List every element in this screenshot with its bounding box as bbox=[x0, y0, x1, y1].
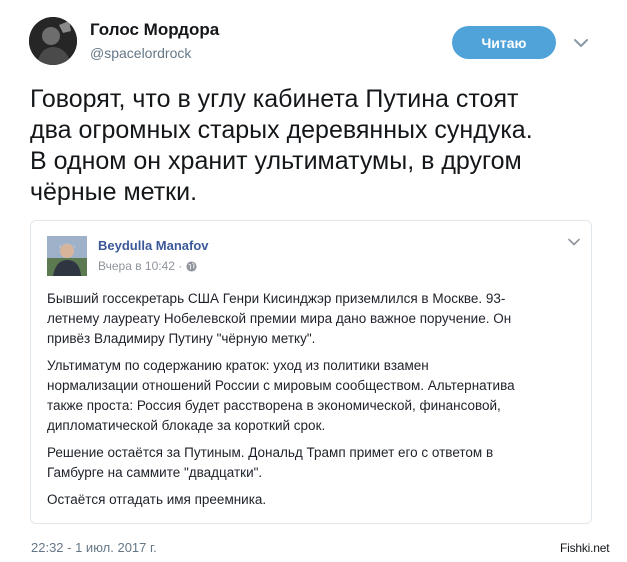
embed-paragraph: Остаётся отгадать имя преемника. bbox=[47, 490, 582, 510]
embed-line: летнему лауреату Нобелевской премии мира… bbox=[47, 311, 512, 326]
embed-line: Решение остаётся за Путиным. Дональд Тра… bbox=[47, 445, 494, 460]
chevron-down-icon[interactable] bbox=[573, 37, 589, 49]
embed-line: Остаётся отгадать имя преемника. bbox=[47, 492, 267, 507]
globe-icon bbox=[186, 260, 197, 272]
author-handle[interactable]: @spacelordrock bbox=[90, 45, 191, 61]
tweet-text-line: Говорят, что в углу кабинета Путина стоя… bbox=[30, 85, 519, 113]
follow-button[interactable]: Читаю bbox=[452, 26, 556, 59]
embed-line: Бывший госсекретарь США Генри Кисинджэр … bbox=[47, 291, 506, 306]
embedded-post-card[interactable]: Beydulla Manafov Вчера в 10:42 · Бывший … bbox=[30, 220, 592, 524]
author-avatar[interactable] bbox=[29, 17, 77, 65]
tweet-timestamp[interactable]: 22:32 - 1 июл. 2017 г. bbox=[31, 540, 157, 555]
watermark: Fishki.net bbox=[560, 541, 610, 555]
embed-line: также проста: Россия будет расстворена в… bbox=[47, 398, 501, 413]
embed-paragraph: Решение остаётся за Путиным. Дональд Тра… bbox=[47, 443, 582, 483]
chevron-down-icon[interactable] bbox=[568, 238, 580, 246]
embed-line: Гамбурге на саммите "двадцатки". bbox=[47, 465, 263, 480]
tweet: Голос Мордора @spacelordrock Читаю Говор… bbox=[0, 0, 627, 562]
embed-post-body: Бывший госсекретарь США Генри Кисинджэр … bbox=[47, 289, 582, 517]
embed-line: привёз Владимиру Путину "чёрную метку". bbox=[47, 331, 316, 346]
embed-post-time[interactable]: Вчера в 10:42 · bbox=[98, 259, 182, 273]
embed-author-name[interactable]: Beydulla Manafov bbox=[98, 238, 209, 253]
embed-line: дипломатической блокаде за короткий срок… bbox=[47, 418, 326, 433]
embed-paragraph: Бывший госсекретарь США Генри Кисинджэр … bbox=[47, 289, 582, 349]
tweet-text: Говорят, что в углу кабинета Путина стоя… bbox=[30, 84, 620, 208]
embed-author-avatar[interactable] bbox=[47, 236, 87, 276]
embed-post-meta: Вчера в 10:42 · bbox=[98, 259, 197, 273]
embed-line: нормализации отношений России с мировым … bbox=[47, 378, 515, 393]
author-name[interactable]: Голос Мордора bbox=[90, 20, 219, 40]
embed-line: Ультиматум по содержанию краток: уход из… bbox=[47, 358, 429, 373]
tweet-text-line: В одном он хранит ультиматумы, в другом bbox=[30, 147, 522, 175]
tweet-text-line: чёрные метки. bbox=[30, 178, 198, 206]
tweet-text-line: два огромных старых деревянных сундука. bbox=[30, 116, 533, 144]
embed-paragraph: Ультиматум по содержанию краток: уход из… bbox=[47, 356, 582, 436]
